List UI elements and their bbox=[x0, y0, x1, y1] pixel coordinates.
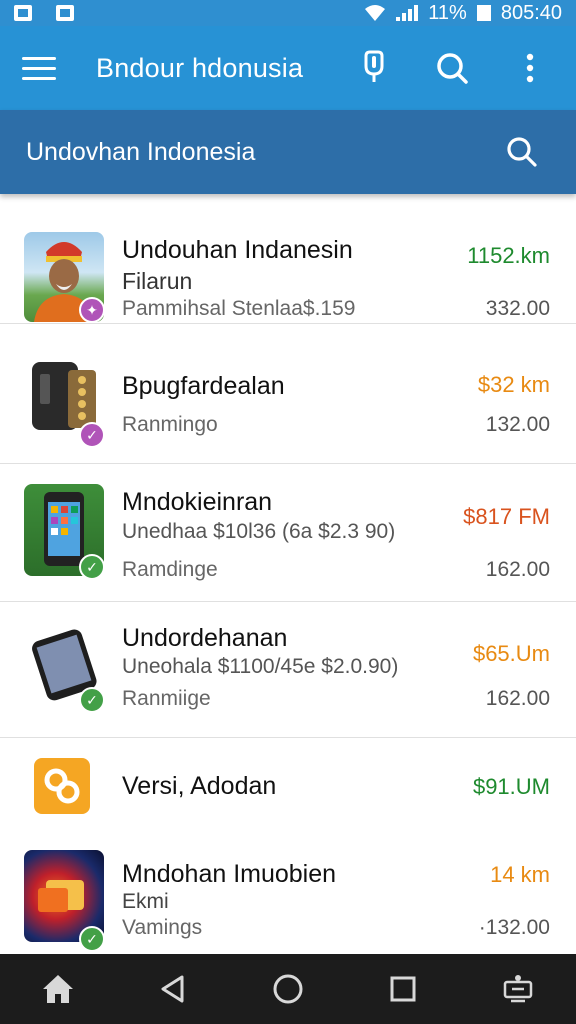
item-title: Mndokieinran bbox=[122, 488, 273, 516]
search-header[interactable]: Undovhan Indonesia bbox=[0, 110, 576, 194]
item-detail: Ranmingo bbox=[122, 413, 218, 436]
microphone-icon[interactable] bbox=[354, 48, 394, 88]
item-price: $32 km bbox=[477, 372, 550, 397]
verified-badge-icon: ✓ bbox=[79, 554, 105, 580]
verified-badge-icon: ✓ bbox=[79, 422, 105, 448]
home-circle-icon[interactable] bbox=[258, 959, 318, 1019]
item-subtitle: Filarun bbox=[122, 268, 193, 294]
list-item[interactable]: ✦ Undouhan Indanesin Filarun Pammihsal S… bbox=[0, 206, 576, 324]
app-thumbnail-link bbox=[34, 758, 90, 814]
item-title: Undouhan Indanesin bbox=[122, 236, 353, 264]
item-subtitle: Ekmi bbox=[122, 890, 169, 913]
item-title: Versi, Adodan bbox=[122, 772, 277, 800]
home-icon[interactable] bbox=[28, 959, 88, 1019]
list-item[interactable]: ✓ Mndokieinran Unedhaa $10l36 (6a $2.3 9… bbox=[0, 464, 576, 602]
app-bar: Bndour hdonusia bbox=[0, 26, 576, 110]
item-sub-price: 132.00 bbox=[485, 413, 550, 436]
recents-icon[interactable] bbox=[373, 959, 433, 1019]
system-nav-bar bbox=[0, 954, 576, 1024]
clock: 805:40 bbox=[500, 1, 562, 24]
item-price: 14 km bbox=[490, 862, 550, 887]
menu-icon[interactable] bbox=[22, 46, 66, 90]
notification-icon bbox=[14, 5, 32, 21]
verified-badge-icon: ✓ bbox=[79, 926, 105, 952]
item-sub-price: 332.00 bbox=[485, 297, 550, 320]
item-title: Mndohan Imuobien bbox=[122, 860, 337, 888]
list-item[interactable]: ✓ Mndohan Imuobien Ekmi Vamings 14 km ·1… bbox=[0, 836, 576, 954]
item-sub-price: 162.00 bbox=[485, 687, 550, 710]
item-sub-price: ·132.00 bbox=[478, 916, 550, 939]
app-list: ✦ Undouhan Indanesin Filarun Pammihsal S… bbox=[0, 206, 576, 954]
item-detail: Ranmiige bbox=[122, 687, 211, 710]
verified-badge-icon: ✦ bbox=[79, 297, 105, 323]
search-icon[interactable] bbox=[502, 132, 542, 172]
item-title: Bpugfardealan bbox=[122, 372, 285, 400]
wifi-icon bbox=[365, 5, 386, 21]
item-price: 1152.km bbox=[467, 243, 550, 268]
item-sub-price: 162.00 bbox=[485, 558, 550, 581]
list-item[interactable]: ✓ Bpugfardealan Ranmingo $32 km 132.00 bbox=[0, 324, 576, 464]
item-price: $817 FM bbox=[463, 504, 550, 529]
list-item[interactable]: ✓ Undordehanan Uneohala $1100/45e $2.0.9… bbox=[0, 602, 576, 738]
notification-icon-2 bbox=[56, 5, 74, 21]
signal-icon bbox=[396, 5, 419, 21]
battery-icon bbox=[476, 5, 491, 21]
item-subtitle: Unedhaa $10l36 (6a $2.3 90) bbox=[122, 520, 396, 543]
app-title: Bndour hdonusia bbox=[96, 52, 304, 83]
item-subtitle: Uneohala $1100/45e $2.0.90) bbox=[122, 655, 399, 678]
accessibility-icon[interactable] bbox=[488, 959, 548, 1019]
battery-percent: 11% bbox=[428, 1, 467, 24]
item-title: Undordehanan bbox=[122, 624, 288, 652]
verified-badge-icon: ✓ bbox=[79, 687, 105, 713]
item-price: $91.UM bbox=[472, 774, 550, 799]
item-price: $65.Um bbox=[472, 641, 550, 666]
item-detail: Ramdinge bbox=[122, 558, 218, 581]
item-detail: Pammihsal Stenlaa$.159 bbox=[122, 297, 356, 320]
item-detail: Vamings bbox=[122, 916, 203, 939]
status-bar: 11% 805:40 bbox=[0, 0, 576, 26]
list-item[interactable]: Versi, Adodan $91.UM bbox=[0, 738, 576, 836]
search-header-title: Undovhan Indonesia bbox=[26, 137, 256, 166]
back-icon[interactable] bbox=[143, 959, 203, 1019]
more-vert-icon[interactable] bbox=[510, 48, 550, 88]
search-icon-appbar[interactable] bbox=[432, 48, 472, 88]
